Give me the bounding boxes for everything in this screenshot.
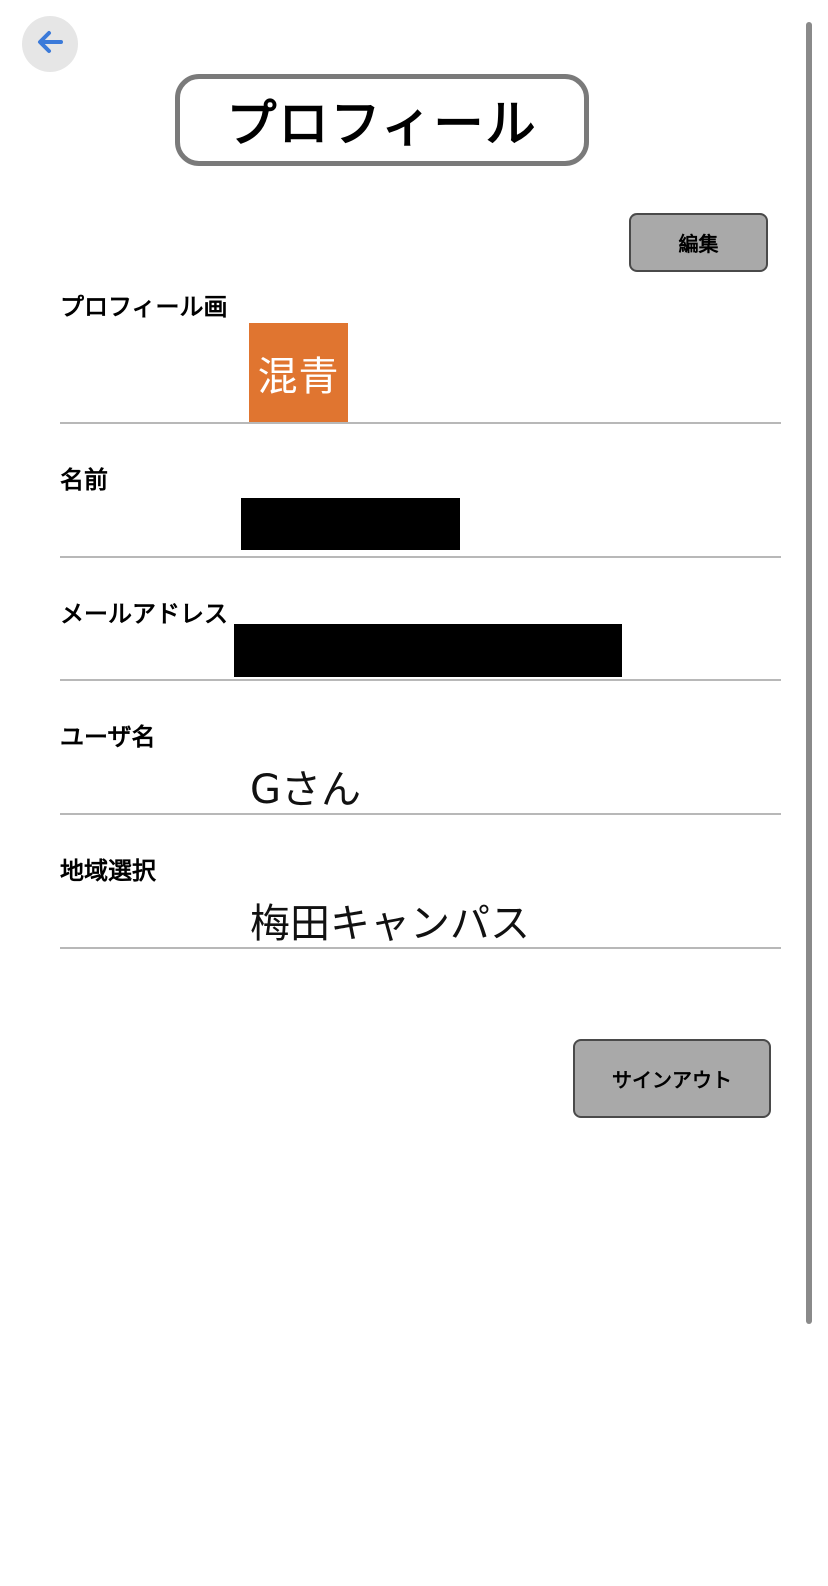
signout-button[interactable]: サインアウト <box>573 1039 771 1118</box>
email-label: メールアドレス <box>60 600 228 628</box>
back-button[interactable] <box>22 16 78 72</box>
profile-image-label: プロフィール画 <box>60 293 228 321</box>
edit-button[interactable]: 編集 <box>629 213 768 272</box>
avatar: 混青 <box>249 323 348 422</box>
region-value: 梅田キャンパス <box>250 901 530 947</box>
arrow-left-icon <box>35 27 65 61</box>
page-title-frame: プロフィール <box>175 74 589 166</box>
name-label: 名前 <box>60 466 108 494</box>
divider <box>60 947 781 949</box>
email-value-redacted <box>234 624 622 677</box>
divider <box>60 422 781 424</box>
region-label: 地域選択 <box>60 857 156 885</box>
page-title: プロフィール <box>226 95 538 153</box>
name-value-redacted <box>241 498 460 550</box>
username-value: Gさん <box>250 767 361 813</box>
username-label: ユーザ名 <box>60 723 156 751</box>
divider <box>60 813 781 815</box>
divider <box>60 679 781 681</box>
scrollbar[interactable] <box>806 22 812 1324</box>
divider <box>60 556 781 558</box>
